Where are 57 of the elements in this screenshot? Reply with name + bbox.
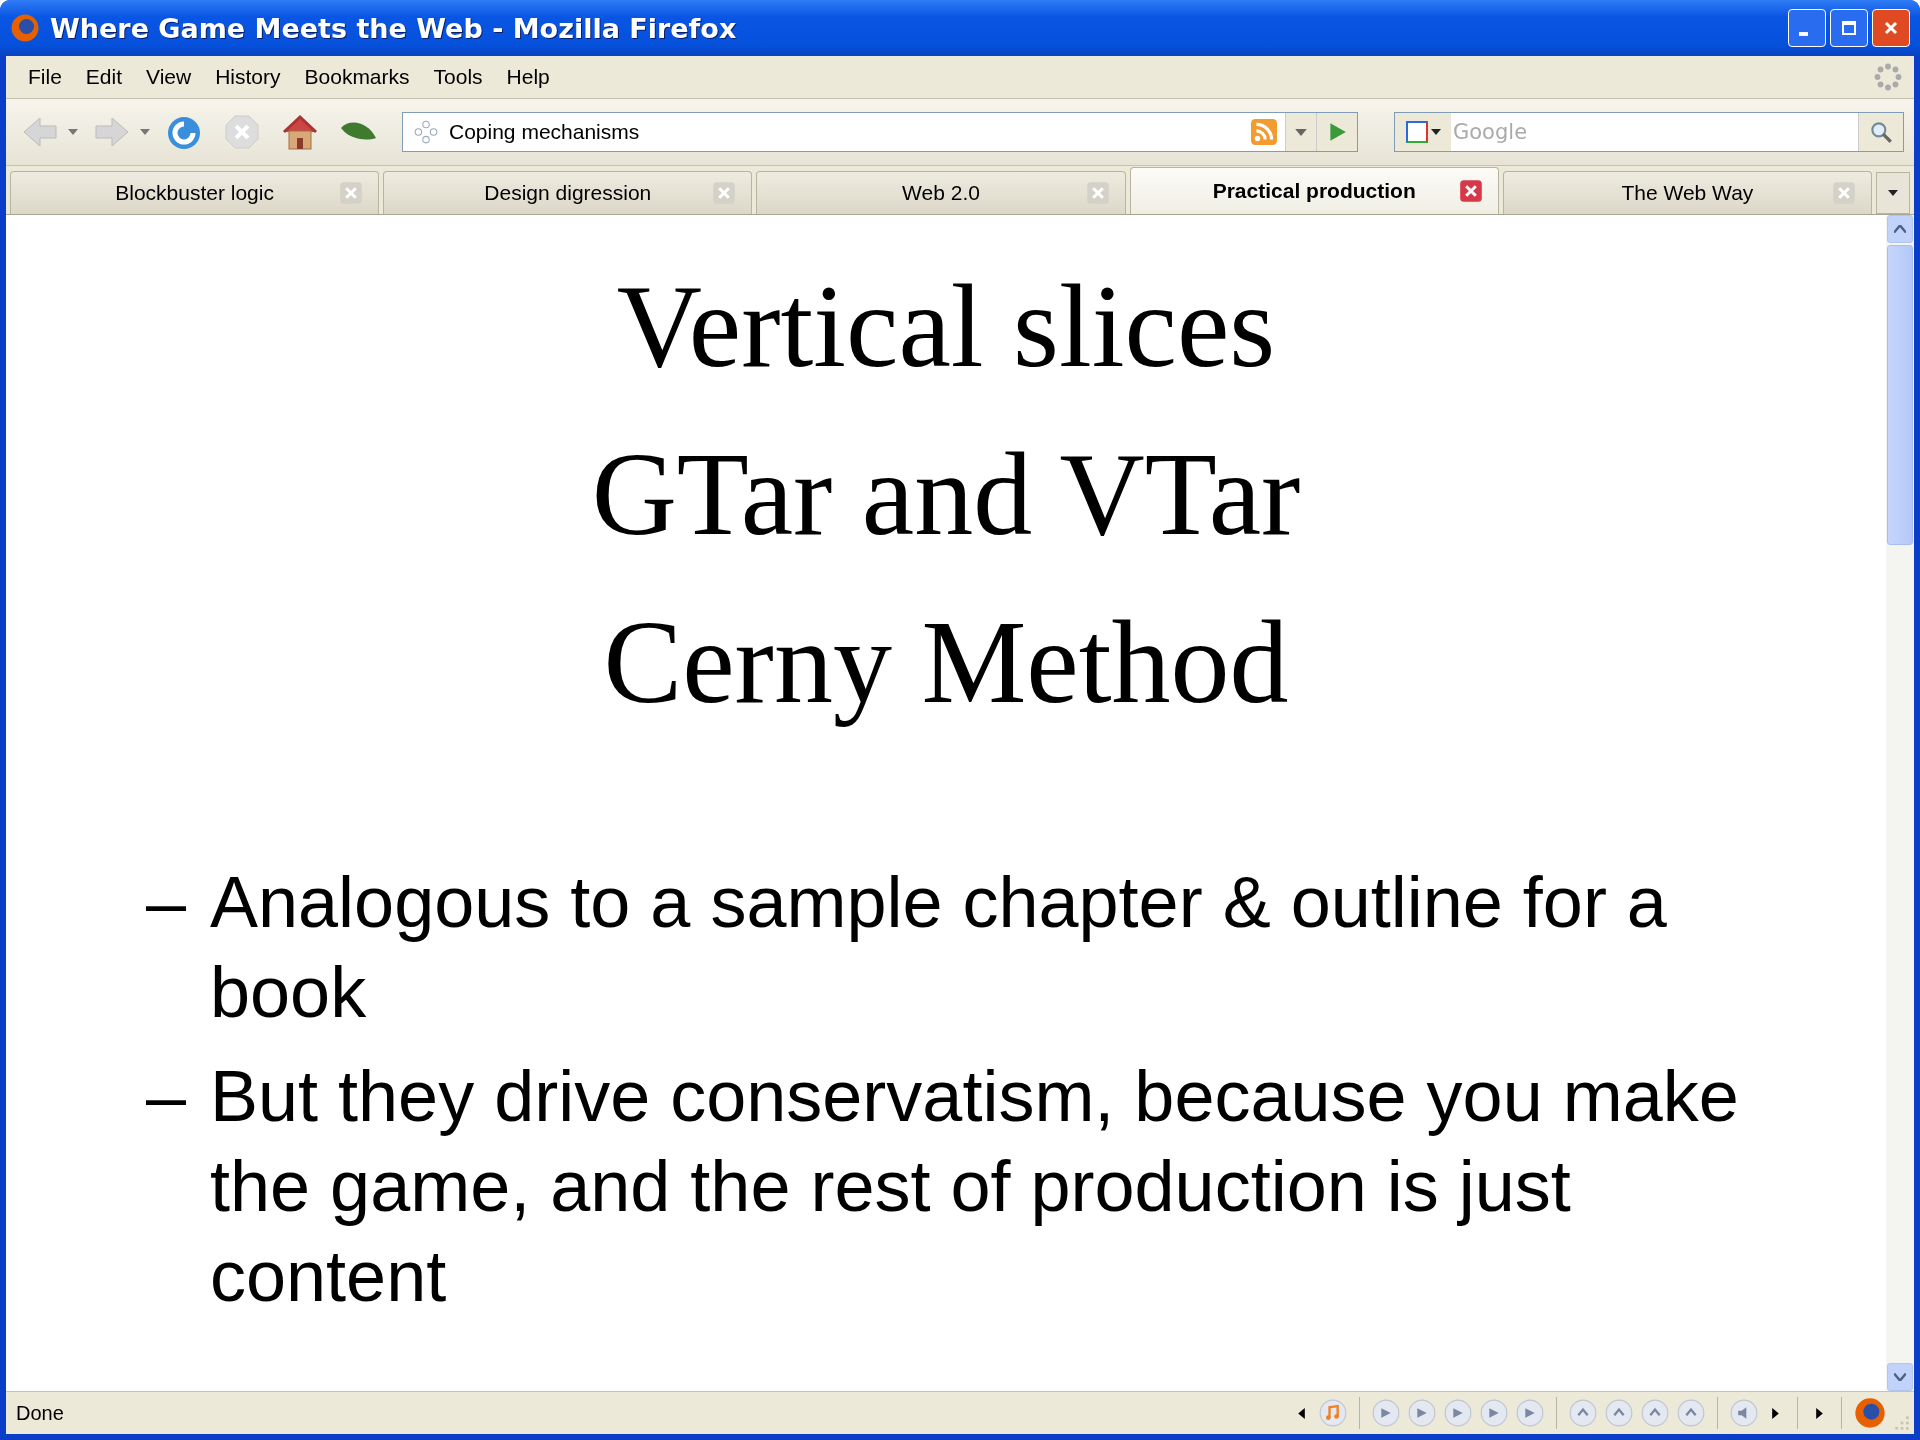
close-tab-icon[interactable] [1457,179,1484,203]
bullet-text: Analogous to a sample chapter & outline for a book [210,861,1668,1034]
browser-tab[interactable]: Web 2.0 [756,171,1126,214]
minimize-button[interactable] [1788,9,1826,47]
left-arrow-icon[interactable] [1298,1407,1305,1419]
search-bar[interactable]: Google [1394,112,1904,152]
status-text: Done [16,1401,64,1425]
firefox-logo-icon[interactable] [1854,1397,1886,1429]
dropdown-arrow-icon [1888,190,1898,196]
browser-tab[interactable]: Practical production [1129,167,1499,214]
dropdown-arrow-icon [1295,128,1307,136]
tab-list-button[interactable] [1876,172,1910,214]
maximize-icon [1839,18,1859,38]
browser-tab[interactable]: Design digression [383,171,753,214]
browser-tab[interactable]: The Web Way [1502,171,1872,214]
site-icon [413,119,439,145]
speaker-icon[interactable] [1730,1399,1758,1427]
slide-heading: GTar and VTar [591,428,1301,562]
menu-item[interactable]: Edit [75,65,137,89]
firefox-logo-icon [10,13,40,43]
scrollbar-thumb[interactable] [1887,245,1913,545]
scroll-down-button[interactable] [1887,1363,1913,1391]
search-engine-icon [1405,121,1428,143]
throbber-icon [1874,63,1902,91]
browser-tab[interactable]: Blockbuster logic [10,171,380,214]
menu-item[interactable]: Tools [423,65,497,89]
resize-grip-icon[interactable] [1894,1415,1910,1431]
history-dropdown-button[interactable] [1285,113,1316,151]
window-title: Where Game Meets the Web - Mozilla Firefox [50,12,737,44]
rss-feed-icon[interactable] [1251,119,1277,145]
menu-item[interactable]: Bookmarks [294,65,424,89]
menu-item[interactable]: Help [496,65,564,89]
vertical-scrollbar[interactable] [1886,215,1914,1391]
dropdown-arrow-icon[interactable] [68,129,78,135]
right-arrow-icon[interactable] [1816,1407,1823,1419]
search-icon [1868,119,1894,145]
scroll-up-button[interactable] [1887,215,1913,243]
slide-heading: Cerny Method [603,596,1289,730]
dropdown-arrow-icon [1430,129,1441,135]
go-button[interactable] [1316,113,1357,151]
dropdown-arrow-icon[interactable] [140,129,150,135]
bullet-text: But they drive conservatism, because you make the game, and the rest of production is just content [210,1055,1740,1318]
bullet-marker: – [146,1055,188,1138]
menu-item[interactable]: View [136,65,206,89]
close-button[interactable] [1872,9,1910,47]
menu-item[interactable]: History [205,65,295,89]
search-engine-button[interactable] [1395,113,1451,151]
search-button[interactable] [1858,113,1903,151]
minimize-icon [1798,32,1808,36]
maximize-button[interactable] [1830,9,1868,47]
bullet-marker: – [146,861,188,944]
up-chevron-icon[interactable] [1641,1399,1669,1427]
address-field[interactable]: Coping mechanisms [402,112,1358,152]
slide-heading: Vertical slices [616,260,1276,394]
play-icon[interactable] [1408,1399,1436,1427]
menu-item[interactable]: File [18,65,76,89]
right-arrow-icon[interactable] [1772,1407,1779,1419]
